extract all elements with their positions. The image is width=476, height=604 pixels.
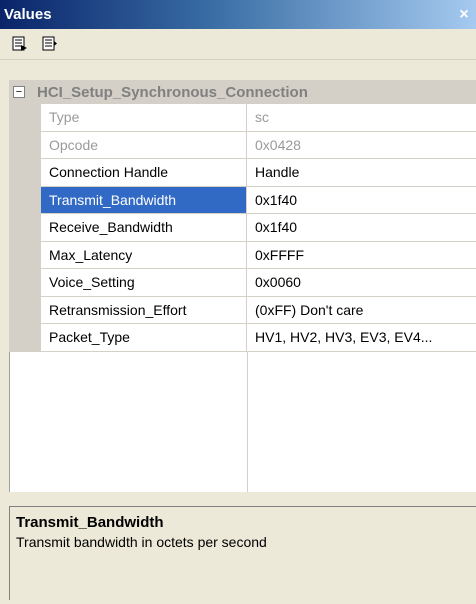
property-row-receive-bandwidth[interactable]: Receive_Bandwidth 0x1f40 [41,214,476,242]
description-title: Transmit_Bandwidth [16,514,164,531]
collapse-icon[interactable]: − [13,86,25,98]
toolbar [0,29,476,60]
property-rows: Type sc Opcode 0x0428 Connection Handle … [41,104,476,352]
property-name: Connection Handle [41,159,247,186]
property-value[interactable]: 0xFFFF [247,242,476,269]
property-row-voice-setting[interactable]: Voice_Setting 0x0060 [41,269,476,297]
property-row-packet-type[interactable]: Packet_Type HV1, HV2, HV3, EV3, EV4... [41,324,476,352]
property-name: Voice_Setting [41,269,247,296]
description-splitter[interactable] [9,492,476,506]
property-name: Transmit_Bandwidth [41,186,247,213]
category-name: HCI_Setup_Synchronous_Connection [37,83,308,101]
property-row-type[interactable]: Type sc [41,104,476,132]
property-pages-icon[interactable] [39,33,61,55]
property-value[interactable]: 0x0060 [247,269,476,296]
grid-gutter [9,104,41,352]
property-name: Max_Latency [41,241,247,268]
property-value[interactable]: (0xFF) Don't care [247,297,476,324]
column-divider[interactable] [247,352,248,492]
property-value[interactable]: sc [247,104,476,131]
property-name: Type [41,104,247,131]
property-name: Packet_Type [41,324,247,351]
property-name: Retransmission_Effort [41,296,247,323]
close-icon[interactable]: × [454,5,474,25]
property-row-transmit-bandwidth[interactable]: Transmit_Bandwidth 0x1f40 [41,186,476,214]
property-row-connection-handle[interactable]: Connection Handle Handle [41,159,476,187]
window-title: Values [4,6,52,23]
property-row-retransmission-effort[interactable]: Retransmission_Effort (0xFF) Don't care [41,296,476,324]
categorized-view-icon[interactable] [9,33,31,55]
property-name: Receive_Bandwidth [41,214,247,241]
property-value[interactable]: HV1, HV2, HV3, EV3, EV4... [247,324,476,351]
category-row[interactable]: − HCI_Setup_Synchronous_Connection [9,80,476,104]
title-bar: Values × [0,0,476,29]
property-value[interactable]: 0x1f40 [247,214,476,241]
description-text: Transmit bandwidth in octets per second [16,534,267,550]
property-value[interactable]: 0x0428 [247,132,476,159]
property-value[interactable]: Handle [247,159,476,186]
property-row-max-latency[interactable]: Max_Latency 0xFFFF [41,241,476,269]
property-name: Opcode [41,131,247,158]
property-value[interactable]: 0x1f40 [247,187,476,214]
description-panel: Transmit_Bandwidth Transmit bandwidth in… [9,506,476,600]
property-row-opcode[interactable]: Opcode 0x0428 [41,131,476,159]
